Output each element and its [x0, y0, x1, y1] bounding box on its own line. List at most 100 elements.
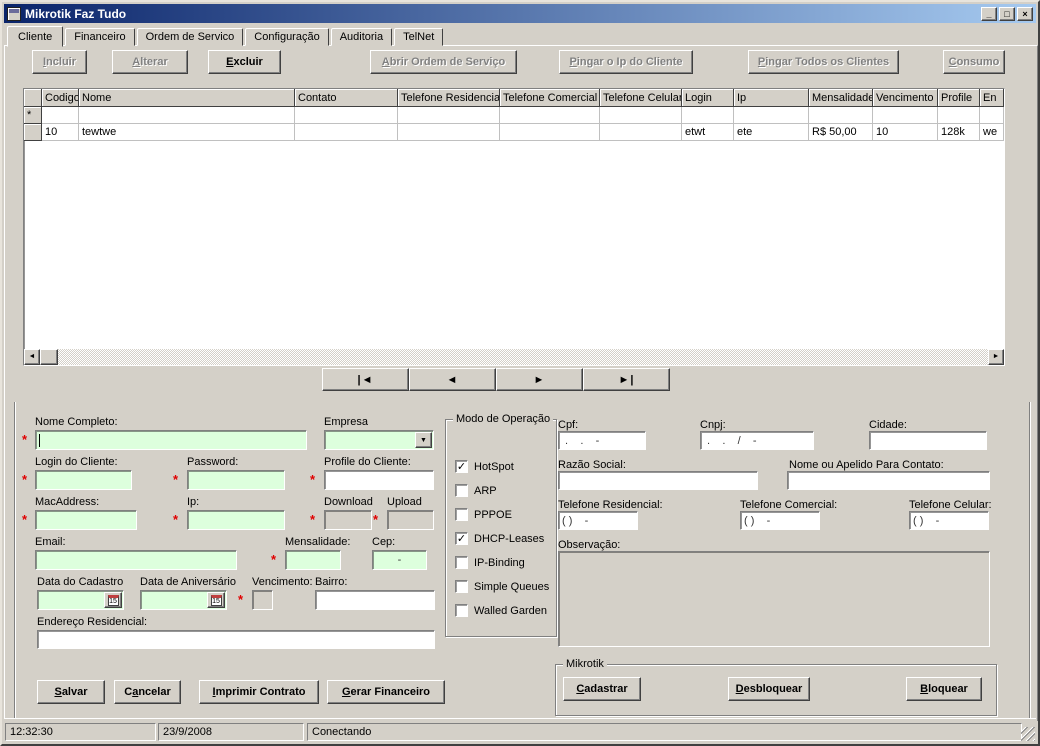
tab-financeiro[interactable]: Financeiro: [65, 28, 134, 46]
pingar-ip-cliente-button[interactable]: Pingar o Ip do Cliente: [559, 50, 693, 74]
checkbox-ip-binding[interactable]: IP-Binding: [455, 556, 525, 569]
col-login[interactable]: Login: [682, 89, 734, 107]
date-picker-button[interactable]: 15: [207, 592, 225, 608]
login-input[interactable]: [35, 470, 132, 490]
checkbox-pppoe[interactable]: PPPOE: [455, 508, 512, 521]
col-tel-comercial[interactable]: Telefone Comercial: [500, 89, 600, 107]
tel-comercial-input[interactable]: ( ) -: [740, 511, 820, 530]
col-contato[interactable]: Contato: [295, 89, 398, 107]
col-mensalidade[interactable]: Mensalidade: [809, 89, 873, 107]
abrir-ordem-servico-button[interactable]: Abrir Ordem de Serviço: [370, 50, 517, 74]
email-input[interactable]: [35, 550, 237, 570]
cell: [500, 107, 600, 124]
desbloquear-button[interactable]: Desbloquear: [728, 677, 810, 701]
next-record-icon: ►: [534, 374, 546, 386]
razao-social-label: Razão Social:: [558, 459, 626, 471]
scrollbar-track[interactable]: [58, 349, 988, 365]
nav-next-button[interactable]: ►: [496, 368, 583, 391]
date-picker-button[interactable]: 15: [104, 592, 122, 608]
cidade-input[interactable]: [869, 431, 987, 450]
scroll-right-button[interactable]: ►: [988, 349, 1004, 365]
mensalidade-input[interactable]: [285, 550, 341, 570]
apelido-input[interactable]: [787, 471, 990, 490]
checkbox-walled-garden[interactable]: Walled Garden: [455, 604, 547, 617]
tab-telnet[interactable]: TelNet: [394, 28, 443, 46]
nav-last-button[interactable]: ►|: [583, 368, 670, 391]
cell: [295, 107, 398, 124]
checkbox-unchecked-icon: [455, 580, 468, 593]
col-nome[interactable]: Nome: [79, 89, 295, 107]
tel-celular-input[interactable]: ( ) -: [909, 511, 989, 530]
grid-data-row[interactable]: 10 tewtwe etwt ete R$ 50,00 10 128k we: [24, 124, 1004, 141]
empresa-select[interactable]: POINT-NET ▼: [324, 430, 434, 450]
nav-first-button[interactable]: |◄: [322, 368, 409, 391]
minimize-button[interactable]: _: [981, 7, 997, 21]
grid-horizontal-scrollbar[interactable]: ◄ ►: [24, 349, 1004, 365]
cadastrar-button[interactable]: Cadastrar: [563, 677, 641, 701]
nav-prev-button[interactable]: ◄: [409, 368, 496, 391]
cnpj-input[interactable]: . . / -: [700, 431, 814, 450]
upload-input[interactable]: [387, 510, 434, 530]
tab-auditoria[interactable]: Auditoria: [331, 28, 392, 46]
vencimento-input[interactable]: [252, 590, 273, 610]
checkbox-arp[interactable]: ARP: [455, 484, 497, 497]
col-profile[interactable]: Profile: [938, 89, 980, 107]
data-cadastro-input[interactable]: 23/09/2008 15: [37, 590, 124, 610]
grid-header-row: Codigo Nome Contato Telefone Residencial…: [24, 89, 1004, 107]
razao-social-input[interactable]: [558, 471, 758, 490]
close-button[interactable]: ×: [1017, 7, 1033, 21]
grid-selector-header: [24, 89, 42, 107]
grid-new-row[interactable]: *: [24, 107, 1004, 124]
consumo-button[interactable]: Consumo: [943, 50, 1005, 74]
data-aniversario-input[interactable]: 23/09/2008 15: [140, 590, 227, 610]
observacao-textarea[interactable]: [558, 551, 990, 647]
dropdown-button[interactable]: ▼: [415, 432, 432, 448]
imprimir-contrato-label: Imprimir Contrato: [213, 686, 306, 698]
nome-completo-input[interactable]: [35, 430, 307, 450]
resize-grip[interactable]: [1021, 727, 1035, 741]
clients-grid[interactable]: Codigo Nome Contato Telefone Residencial…: [23, 88, 1005, 366]
macaddress-input[interactable]: [35, 510, 137, 530]
maximize-button[interactable]: □: [999, 7, 1015, 21]
password-input[interactable]: [187, 470, 285, 490]
tab-configuracao[interactable]: Configuração: [245, 28, 328, 46]
col-tel-celular[interactable]: Telefone Celular: [600, 89, 682, 107]
excluir-button[interactable]: Excluir: [208, 50, 281, 74]
cep-input[interactable]: -: [372, 550, 427, 570]
tab-ordem-de-servico[interactable]: Ordem de Servico: [137, 28, 244, 46]
excluir-label: Excluir: [226, 56, 263, 68]
imprimir-contrato-button[interactable]: Imprimir Contrato: [199, 680, 319, 704]
row-selector: [24, 124, 42, 141]
checkbox-dhcp-leases[interactable]: ✓ DHCP-Leases: [455, 532, 544, 545]
col-endereco-cut[interactable]: En: [980, 89, 1004, 107]
checkbox-checked-icon: ✓: [455, 532, 468, 545]
checkbox-simple-queues[interactable]: Simple Queues: [455, 580, 549, 593]
checkbox-checked-icon: ✓: [455, 460, 468, 473]
cpf-input[interactable]: . . -: [558, 431, 646, 450]
col-tel-residencial[interactable]: Telefone Residencial: [398, 89, 500, 107]
endereco-input[interactable]: [37, 630, 435, 649]
required-marker: *: [271, 552, 276, 567]
incluir-button[interactable]: Incluir: [32, 50, 87, 74]
desbloquear-label: Desbloquear: [736, 683, 803, 695]
gerar-financeiro-button[interactable]: Gerar Financeiro: [327, 680, 445, 704]
tab-cliente[interactable]: Cliente: [7, 26, 63, 47]
salvar-button[interactable]: Salvar: [37, 680, 105, 704]
bloquear-button[interactable]: Bloquear: [906, 677, 982, 701]
bairro-input[interactable]: [315, 590, 435, 610]
ip-input[interactable]: [187, 510, 285, 530]
col-ip[interactable]: Ip: [734, 89, 809, 107]
scrollbar-thumb[interactable]: [40, 349, 58, 365]
alterar-button[interactable]: Alterar: [112, 50, 188, 74]
profile-cliente-input[interactable]: [324, 470, 434, 490]
checkbox-hotspot[interactable]: ✓ HotSpot: [455, 460, 514, 473]
maximize-icon: □: [1004, 9, 1009, 19]
cancelar-button[interactable]: Cancelar: [114, 680, 181, 704]
tel-residencial-input[interactable]: ( ) -: [558, 511, 638, 530]
download-input[interactable]: [324, 510, 372, 530]
col-vencimento[interactable]: Vencimento: [873, 89, 938, 107]
app-window: Mikrotik Faz Tudo _ □ × Cliente Financei…: [0, 0, 1040, 746]
col-codigo[interactable]: Codigo: [42, 89, 79, 107]
pingar-todos-clientes-button[interactable]: Pingar Todos os Clientes: [748, 50, 899, 74]
scroll-left-button[interactable]: ◄: [24, 349, 40, 365]
